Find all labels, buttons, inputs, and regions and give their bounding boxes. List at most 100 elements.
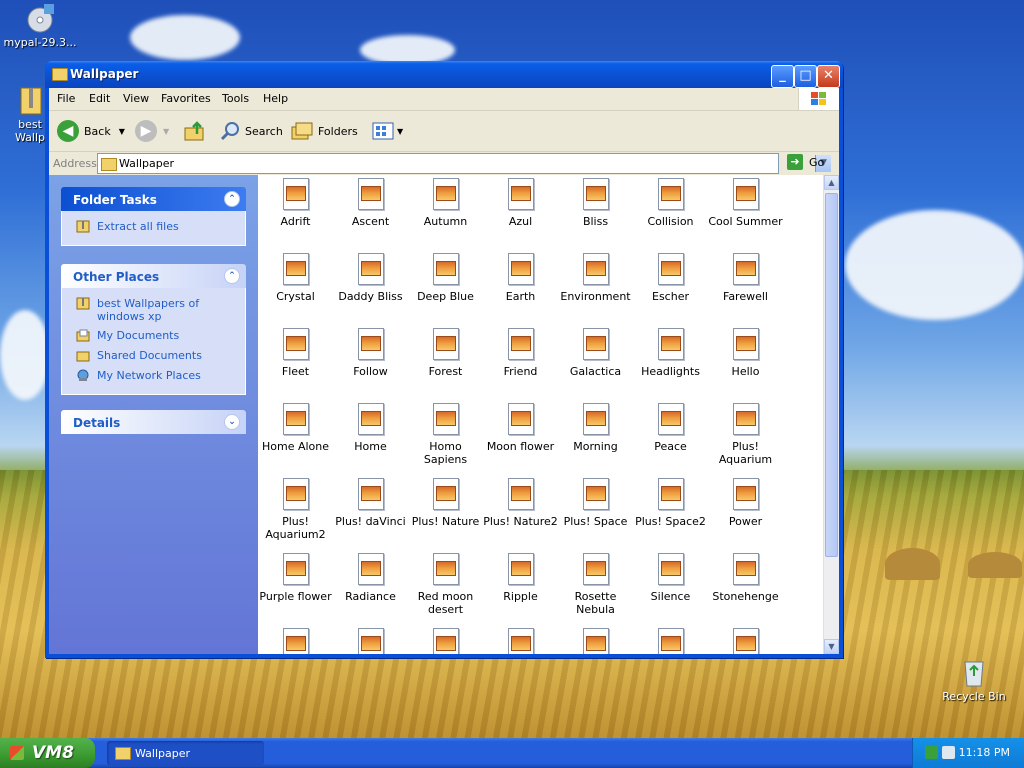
- close-button[interactable]: ✕: [817, 65, 840, 88]
- file-item[interactable]: Plus! Nature: [408, 478, 483, 528]
- network-places-icon: [77, 369, 89, 381]
- minimize-button[interactable]: _: [771, 65, 794, 88]
- scroll-down-button[interactable]: ▼: [824, 639, 839, 654]
- address-input[interactable]: Wallpaper ▼: [97, 153, 831, 174]
- file-item[interactable]: Crystal: [258, 253, 333, 303]
- volume-tray-icon[interactable]: [942, 746, 955, 759]
- file-item[interactable]: [558, 628, 633, 654]
- up-folder-button[interactable]: [183, 119, 207, 143]
- file-item[interactable]: Autumn: [408, 178, 483, 228]
- start-button[interactable]: VM8: [0, 738, 95, 768]
- file-item[interactable]: Adrift: [258, 178, 333, 228]
- file-item[interactable]: Deep Blue: [408, 253, 483, 303]
- file-item[interactable]: Purple flower: [258, 553, 333, 603]
- file-item[interactable]: Galactica: [558, 328, 633, 378]
- file-item[interactable]: Plus! Space2: [633, 478, 708, 528]
- views-button[interactable]: ▼: [371, 119, 403, 143]
- file-item[interactable]: Morning: [558, 403, 633, 453]
- file-item[interactable]: Plus! Aquarium: [708, 403, 783, 466]
- folders-button[interactable]: Folders: [290, 119, 358, 143]
- place-best-wallpapers[interactable]: best Wallpapers of windows xp: [62, 294, 245, 326]
- menu-view[interactable]: View: [123, 92, 149, 105]
- folder-icon: [101, 158, 117, 171]
- place-my-documents[interactable]: My Documents: [62, 326, 245, 346]
- file-item[interactable]: Home: [333, 403, 408, 453]
- desktop-icon-recycle-bin[interactable]: Recycle Bin: [934, 656, 1014, 703]
- file-item[interactable]: Bliss: [558, 178, 633, 228]
- other-places-header[interactable]: Other Places ⌃: [61, 264, 246, 288]
- chevron-down-icon[interactable]: ▼: [119, 127, 125, 136]
- file-item[interactable]: Forest: [408, 328, 483, 378]
- address-value: Wallpaper: [119, 157, 175, 170]
- desktop-icon-mypal[interactable]: mypal-29.3...: [0, 2, 80, 49]
- file-item[interactable]: Azul: [483, 178, 558, 228]
- file-item[interactable]: [408, 628, 483, 654]
- file-name: Headlights: [641, 365, 700, 378]
- file-item[interactable]: Plus! Aquarium2: [258, 478, 333, 541]
- expand-icon[interactable]: ⌄: [224, 414, 240, 430]
- file-item[interactable]: Red moon desert: [408, 553, 483, 616]
- menu-tools[interactable]: Tools: [222, 92, 249, 105]
- file-item[interactable]: Plus! Nature2: [483, 478, 558, 528]
- search-button[interactable]: Search: [219, 119, 283, 143]
- file-item[interactable]: Homo Sapiens: [408, 403, 483, 466]
- collapse-icon[interactable]: ⌃: [224, 191, 240, 207]
- file-item[interactable]: [483, 628, 558, 654]
- menu-help[interactable]: Help: [263, 92, 288, 105]
- file-item[interactable]: [633, 628, 708, 654]
- file-item[interactable]: Rosette Nebula: [558, 553, 633, 616]
- folder-tasks-header[interactable]: Folder Tasks ⌃: [61, 187, 246, 211]
- file-item[interactable]: Follow: [333, 328, 408, 378]
- extract-all-files-link[interactable]: Extract all files: [62, 217, 245, 237]
- taskbar-item-wallpaper[interactable]: Wallpaper: [107, 741, 264, 765]
- file-item[interactable]: Earth: [483, 253, 558, 303]
- file-item[interactable]: Fleet: [258, 328, 333, 378]
- file-item[interactable]: Daddy Bliss: [333, 253, 408, 303]
- folder-tasks-body: Extract all files: [61, 211, 246, 246]
- image-file-icon: [582, 403, 609, 435]
- file-item[interactable]: Home Alone: [258, 403, 333, 453]
- maximize-button[interactable]: □: [794, 65, 817, 88]
- place-shared-documents[interactable]: Shared Documents: [62, 346, 245, 366]
- file-item[interactable]: Stonehenge: [708, 553, 783, 603]
- network-tray-icon[interactable]: [925, 746, 938, 759]
- menu-edit[interactable]: Edit: [89, 92, 110, 105]
- file-item[interactable]: Farewell: [708, 253, 783, 303]
- scroll-up-button[interactable]: ▲: [824, 175, 839, 190]
- file-item[interactable]: [708, 628, 783, 654]
- go-button[interactable]: ➜ Go: [787, 154, 824, 170]
- window-titlebar[interactable]: Wallpaper _ □ ✕: [45, 61, 843, 88]
- place-my-network-places[interactable]: My Network Places: [62, 366, 245, 386]
- file-item[interactable]: [333, 628, 408, 654]
- file-item[interactable]: [258, 628, 333, 654]
- desktop-icon-label: mypal-29.3...: [3, 36, 77, 49]
- file-item[interactable]: Friend: [483, 328, 558, 378]
- file-item[interactable]: Cool Summer: [708, 178, 783, 228]
- desktop-icon-best-wallpapers[interactable]: best Wallpap: [0, 84, 45, 144]
- file-item[interactable]: Plus! Space: [558, 478, 633, 528]
- vertical-scrollbar[interactable]: ▲ ▼: [823, 175, 839, 654]
- details-header[interactable]: Details ⌄: [61, 410, 246, 434]
- file-item[interactable]: Radiance: [333, 553, 408, 603]
- back-button[interactable]: ◀ Back ▼: [57, 119, 125, 143]
- image-file-icon: [582, 328, 609, 360]
- scroll-thumb[interactable]: [825, 193, 838, 557]
- file-item[interactable]: Power: [708, 478, 783, 528]
- file-item[interactable]: Ascent: [333, 178, 408, 228]
- file-item[interactable]: Moon flower: [483, 403, 558, 453]
- collapse-icon[interactable]: ⌃: [224, 268, 240, 284]
- file-item[interactable]: Hello: [708, 328, 783, 378]
- forward-button[interactable]: ▶ ▼: [135, 119, 169, 143]
- file-item[interactable]: Plus! daVinci: [333, 478, 408, 528]
- image-file-icon: [432, 253, 459, 285]
- file-item[interactable]: Collision: [633, 178, 708, 228]
- file-item[interactable]: Environment: [558, 253, 633, 303]
- file-item[interactable]: Ripple: [483, 553, 558, 603]
- clock[interactable]: 11:18 PM: [959, 746, 1010, 759]
- menu-file[interactable]: File: [57, 92, 75, 105]
- menu-favorites[interactable]: Favorites: [161, 92, 211, 105]
- file-item[interactable]: Peace: [633, 403, 708, 453]
- file-item[interactable]: Escher: [633, 253, 708, 303]
- file-item[interactable]: Headlights: [633, 328, 708, 378]
- file-item[interactable]: Silence: [633, 553, 708, 603]
